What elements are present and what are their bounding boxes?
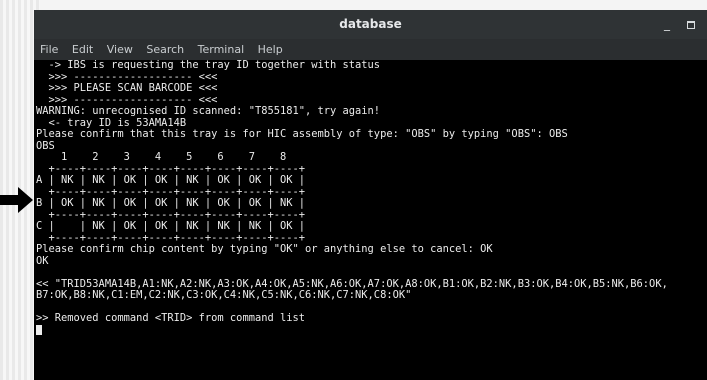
terminal-output[interactable]: -> IBS is requesting the tray ID togethe…	[34, 59, 707, 380]
chip-table-row-b: B | OK | NK | OK | OK | NK | OK | OK | N…	[36, 197, 305, 209]
terminal-line: B7:OK,B8:NK,C1:EM,C2:NK,C3:OK,C4:NK,C5:N…	[36, 289, 412, 301]
menu-edit[interactable]: Edit	[66, 39, 97, 56]
maximize-button[interactable]	[683, 16, 699, 32]
chip-table-row-c: C | | NK | OK | OK | NK | NK | NK | OK |	[36, 220, 305, 232]
terminal-line: Please confirm that this tray is for HIC…	[36, 128, 568, 140]
menu-file[interactable]: File	[34, 39, 62, 56]
maximize-icon	[687, 20, 695, 29]
terminal-line: OK	[36, 254, 49, 267]
text-cursor	[36, 324, 42, 335]
terminal-line: -> IBS is requesting the tray ID togethe…	[36, 59, 381, 71]
terminal-line: >> Removed command <TRID> from command l…	[36, 312, 305, 324]
terminal-line: >>> PLEASE SCAN BARCODE <<<	[36, 82, 218, 94]
minimize-button[interactable]: _	[659, 16, 675, 32]
menu-help[interactable]: Help	[252, 39, 287, 56]
title-bar[interactable]: database _	[34, 10, 707, 39]
menu-view[interactable]: View	[101, 39, 137, 56]
terminal-window: database _ File Edit View Search Termina…	[34, 10, 707, 380]
minimize-icon: _	[664, 17, 670, 31]
pointer-arrow-icon	[0, 187, 33, 213]
prompt-line[interactable]	[36, 324, 707, 337]
menu-terminal[interactable]: Terminal	[192, 39, 249, 56]
chip-table-row-a: A | NK | NK | OK | OK | NK | OK | OK | O…	[36, 174, 305, 186]
terminal-line: Please confirm chip content by typing "O…	[36, 243, 493, 255]
menu-bar: File Edit View Search Terminal Help	[34, 39, 707, 61]
terminal-line: WARNING: unrecognised ID scanned: "T8551…	[36, 105, 381, 117]
window-title: database	[339, 17, 402, 31]
chip-table-header: 1 2 3 4 5 6 7 8	[36, 151, 287, 163]
menu-search[interactable]: Search	[140, 39, 188, 56]
